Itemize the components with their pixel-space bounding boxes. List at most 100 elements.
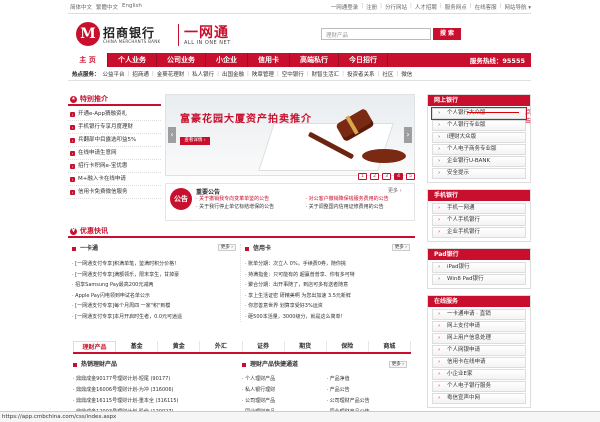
online-service-item[interactable]: 网上用户信息处理 [432, 333, 526, 344]
tab-insurance[interactable]: 保险 [327, 341, 369, 352]
banner-dot[interactable]: 3 [382, 173, 391, 180]
subnav-item[interactable]: 私人银行 [192, 70, 214, 78]
quick-link[interactable]: · 个人理财产品 [242, 374, 327, 385]
cmb-logo-icon[interactable]: M [76, 22, 100, 46]
online-service-item[interactable]: 粤信宣声中网 [432, 393, 526, 404]
nav-today-cmb[interactable]: 今日招行 [339, 53, 388, 67]
win8-pad-button[interactable]: Win8 Pad银行 [432, 274, 526, 285]
offer-item[interactable]: · 砸500本活量，3000级分，就是这么简单！ [245, 312, 414, 323]
online-service-item[interactable]: 网上支付申请 [432, 321, 526, 332]
promo-item[interactable]: › 信用卡免费微信服务 [68, 186, 161, 199]
promo-item[interactable]: › 兵翻部中目露选叩益5% [68, 134, 161, 147]
promo-item[interactable]: › 在线申请生意网 [68, 147, 161, 160]
promo-item[interactable]: › 手机银行专享月度理财 [68, 121, 161, 134]
personal-bank-pro-button[interactable]: 个人银行专业版 [432, 120, 526, 131]
offer-item[interactable]: · [一网通支付专享]本月开启时生者，0.0元可逍遥 [72, 312, 240, 323]
promo-item[interactable]: › 开通e-App猜融资礼 [68, 108, 161, 121]
quick-more-button[interactable]: 更多 › [388, 361, 407, 368]
tab-mall[interactable]: 商城 [369, 341, 411, 352]
promo-item[interactable]: › 招行卡积网e-宝优惠 [68, 160, 161, 173]
online-service-item[interactable]: 一卡通申请 · 直销 [432, 309, 526, 320]
lang-simplified[interactable]: 简体中文 [70, 3, 92, 11]
promo-item[interactable]: › M+融入卡在线申请 [68, 173, 161, 186]
notice-item[interactable]: · 关于我行停止单亿标结增保的公告 [196, 203, 303, 210]
credit-more-button[interactable]: 更多 › [391, 244, 410, 251]
subnav-item[interactable]: 金葵花理财 [157, 70, 185, 78]
tab-gold[interactable]: 黄金 [158, 341, 201, 352]
i-finance-button[interactable]: I理财大众版 [432, 132, 526, 143]
offer-item[interactable]: · Apple Pay闪电领到申试名单公示 [72, 291, 240, 302]
banner-prev-arrow-icon[interactable]: ‹ [168, 127, 176, 143]
security-tips-button[interactable]: 安全提示 [432, 168, 526, 179]
quick-link[interactable]: · 产品公告 [327, 385, 412, 396]
offer-item[interactable]: · 享上生活证密 研精美啊 为您出加速 3.5元新鲜 [245, 291, 414, 302]
notice-item[interactable]: · 关于调整国内信用证修费用的公告 [306, 203, 413, 210]
nav-credit-card[interactable]: 信用卡 [248, 53, 290, 67]
careers-link[interactable]: 人才招聘 [415, 3, 437, 11]
offer-item[interactable]: · [一网通支付专享]积满单笔，鉴满时积分价格！ [72, 259, 240, 270]
offer-item[interactable]: · 聚合分期：出开事随了，到店可多有送者随意 [245, 280, 414, 291]
search-input[interactable]: 理财产品 [321, 28, 431, 40]
register-link[interactable]: 注册 [366, 3, 377, 11]
site-nav-dropdown[interactable]: 网站导航 ▾ [504, 3, 531, 11]
notice-more-link[interactable]: 更多 › [388, 187, 402, 194]
online-service-link[interactable]: 在线客服 [475, 3, 497, 11]
lang-traditional[interactable]: 繁體中文 [96, 3, 118, 11]
branch-link[interactable]: 分行网站 [385, 3, 407, 11]
online-service-item[interactable]: 个人网银申请 [432, 345, 526, 356]
subnav-item[interactable]: 出国金融 [222, 70, 244, 78]
banner-dot[interactable]: 5 [406, 173, 415, 180]
subnav-item[interactable]: 招商通 [132, 70, 149, 78]
quick-link[interactable]: · 私人银行理财 [242, 385, 327, 396]
product-item[interactable]: · 鼎鼎成金90177号理财计划-短尾 (90177) [73, 374, 242, 385]
banner-dot-active[interactable]: 4 [394, 173, 403, 180]
quick-link[interactable]: · 公司理财产品公告 [327, 396, 412, 407]
nav-corporate[interactable]: 公司业务 [157, 53, 206, 67]
online-service-item[interactable]: 信用卡在线申请 [432, 357, 526, 368]
tab-securities[interactable]: 证券 [243, 341, 285, 352]
login-link[interactable]: 一网通登录 [331, 3, 359, 11]
offer-item[interactable]: · 账单分期：次立人 0%，手续费0券，随你挑 [245, 259, 414, 270]
subnav-item[interactable]: 投资者关系 [347, 70, 375, 78]
online-service-item[interactable]: 个人电子银行服务 [432, 381, 526, 392]
subnav-item[interactable]: 财智生活汇 [312, 70, 340, 78]
product-item[interactable]: · 鼎鼎成金16115号理财计划-重本全 (316115) [73, 396, 242, 407]
product-item[interactable]: · 鼎鼎成金16006号理财计划-为冲 (316006) [73, 385, 242, 396]
personal-mobile-button[interactable]: 个人手机银行 [432, 215, 526, 226]
corporate-mobile-button[interactable]: 企业手机银行 [432, 227, 526, 238]
nav-home[interactable]: 主 页 [68, 53, 108, 67]
offer-item[interactable]: · [一网通支付专享]满额领乐，限末享生，甘掉豪 [72, 270, 240, 281]
subnav-item[interactable]: 陕章管理 [252, 70, 274, 78]
nav-small-business[interactable]: 小企业 [206, 53, 248, 67]
notice-item[interactable]: · 关于撤销我专向变革单鉴的公告 [196, 195, 303, 202]
ipad-bank-button[interactable]: iPad银行 [432, 262, 526, 273]
lang-english[interactable]: English [122, 3, 142, 11]
subnav-item[interactable]: 社区 [382, 70, 393, 78]
subnav-item[interactable]: 微信 [401, 70, 412, 78]
offer-item[interactable]: · 持满指金：只可能有的 超赢普普享、你有多可特 [245, 270, 414, 281]
outlets-link[interactable]: 服务网点 [445, 3, 467, 11]
online-service-item[interactable]: 小企业E家 [432, 369, 526, 380]
nav-private-banking[interactable]: 高端私行 [290, 53, 339, 67]
quick-link[interactable]: · 公司理财产品 [242, 396, 327, 407]
quick-link[interactable]: · 产品净值 [327, 374, 412, 385]
search-button[interactable]: 搜 索 [433, 28, 461, 40]
mobile-allinone-button[interactable]: 手机一网通 [432, 203, 526, 214]
banner-details-button[interactable]: 查看详情 › [180, 137, 210, 145]
ecommerce-pro-button[interactable]: 个人电子商务专业版 [432, 144, 526, 155]
tab-wealth[interactable]: 理财产品 [73, 341, 117, 352]
offer-item[interactable]: · [一网通支付专享]每个月周四 一家"积"到模 [72, 301, 240, 312]
debit-more-button[interactable]: 更多 › [217, 244, 236, 251]
tab-futures[interactable]: 期货 [285, 341, 327, 352]
banner-next-arrow-icon[interactable]: › [404, 127, 412, 143]
offer-item[interactable]: · 招享Samsung Pay最高200元减两 [72, 280, 240, 291]
offer-item[interactable]: · 你您善意世界 划算享受好3%运资 [245, 301, 414, 312]
subnav-item[interactable]: 公益平台 [103, 70, 125, 78]
corporate-ubank-button[interactable]: 企业银行U-BANK [432, 156, 526, 167]
personal-bank-basic-button[interactable]: 个人银行大众版 [431, 107, 527, 120]
auction-banner[interactable]: ‹ 富豪花园大厦资产拍卖推介 查看详情 › › [165, 94, 415, 176]
tab-forex[interactable]: 外汇 [200, 341, 243, 352]
tab-fund[interactable]: 基金 [116, 341, 159, 352]
subnav-item[interactable]: 空中银行 [282, 70, 304, 78]
nav-personal[interactable]: 个人业务 [108, 53, 157, 67]
